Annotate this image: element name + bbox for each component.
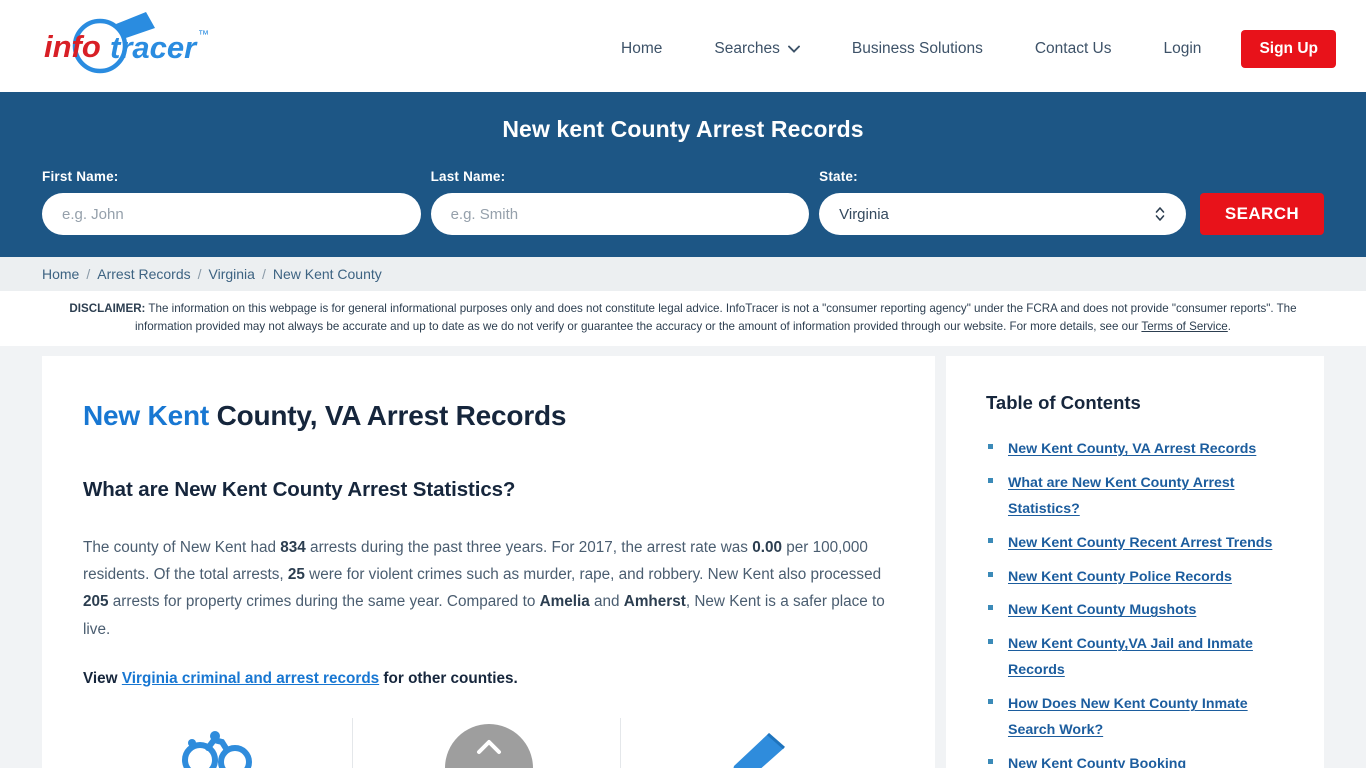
compared-county-amelia: Amelia [539, 593, 590, 611]
paragraph-segment: and [589, 593, 624, 611]
terms-of-service-link[interactable]: Terms of Service [1141, 320, 1227, 333]
nav-label: Searches [714, 40, 780, 57]
last-name-label: Last Name: [430, 169, 506, 184]
disclaimer-notice: DISCLAIMER: The information on this webp… [0, 291, 1366, 346]
nav-item-business-solutions[interactable]: Business Solutions [826, 32, 1009, 66]
nav-label: Login [1163, 40, 1202, 57]
view-other-counties-line: View Virginia criminal and arrest record… [83, 670, 889, 688]
icon-cell-handcuffs[interactable] [83, 718, 352, 768]
breadcrumb-item-virginia[interactable]: Virginia [209, 266, 255, 282]
stat-total-arrests: 834 [280, 538, 306, 556]
last-name-field-group: Last Name: [430, 169, 810, 235]
page-title-highlight: New Kent [83, 399, 209, 431]
toc-title: Table of Contents [986, 391, 1141, 413]
site-logo[interactable]: info tracer ™ [38, 8, 218, 80]
stat-violent-crimes: 25 [287, 566, 305, 584]
nav-item-home[interactable]: Home [595, 32, 688, 66]
breadcrumb-item-arrest-records[interactable]: Arrest Records [97, 266, 190, 282]
disclaimer-text: The information on this webpage is for g… [134, 302, 1297, 333]
paragraph-segment: The county of New Kent had [83, 538, 281, 556]
disclaimer-label: DISCLAIMER: [69, 302, 146, 315]
icon-cell-pencil[interactable] [620, 717, 889, 768]
state-label: State: [819, 169, 858, 184]
magnifying-glass-icon: info tracer ™ [44, 12, 209, 74]
page-banner-title: New kent County Arrest Records [502, 116, 864, 142]
toc-link-recent-arrest-trends[interactable]: New Kent County Recent Arrest Trends [1008, 535, 1272, 551]
view-prefix: View [83, 669, 122, 687]
view-suffix: for other counties. [379, 669, 518, 687]
first-name-field-group: First Name: [42, 169, 421, 235]
arrest-records-search-form: First Name: Last Name: State: Virginia S… [0, 169, 1366, 235]
chevron-down-icon [787, 45, 800, 53]
toc-item: New Kent County Booking [986, 751, 1294, 768]
table-of-contents-card: Table of Contents New Kent County, VA Ar… [946, 355, 1324, 768]
toc-link-arrest-statistics[interactable]: What are New Kent County Arrest Statisti… [1008, 475, 1235, 517]
breadcrumb-separator: / [197, 266, 202, 282]
nav-item-contact-us[interactable]: Contact Us [1009, 32, 1138, 66]
toc-item: New Kent County Police Records [986, 564, 1294, 590]
toc-item: What are New Kent County Arrest Statisti… [986, 470, 1294, 522]
page-title-rest: County, VA Arrest Records [208, 399, 567, 431]
compared-county-amherst: Amherst [623, 593, 686, 611]
last-name-input[interactable] [430, 193, 810, 235]
paragraph-segment: arrests during the past three years. For… [305, 538, 753, 556]
section-heading-arrest-statistics: What are New Kent County Arrest Statisti… [83, 477, 516, 501]
toc-item: New Kent County Mugshots [986, 597, 1294, 623]
breadcrumb-item-home[interactable]: Home [42, 266, 79, 282]
paragraph-segment: arrests for property crimes during the s… [108, 593, 540, 611]
breadcrumb-separator: / [86, 266, 91, 282]
breadcrumb-separator: / [261, 266, 266, 282]
logo-tm-mark: ™ [198, 29, 209, 41]
toc-link-police-records[interactable]: New Kent County Police Records [1008, 569, 1232, 585]
logo-text-info: info [44, 29, 101, 64]
nav-item-login[interactable]: Login [1138, 32, 1228, 66]
state-select[interactable]: Virginia [819, 193, 1186, 235]
toc-link-inmate-search-work[interactable]: How Does New Kent County Inmate Search W… [1008, 696, 1248, 738]
nav-label: Contact Us [1034, 40, 1112, 57]
toc-item: New Kent County, VA Arrest Records [986, 436, 1294, 462]
nav-item-searches[interactable]: Searches [688, 32, 825, 66]
state-select-wrapper: Virginia [819, 193, 1186, 235]
arrest-statistics-paragraph: The county of New Kent had 834 arrests d… [83, 534, 889, 643]
first-name-label: First Name: [42, 169, 119, 184]
search-button[interactable]: SEARCH [1199, 193, 1324, 235]
toc-list: New Kent County, VA Arrest Records What … [986, 436, 1294, 768]
breadcrumb: Home / Arrest Records / Virginia / New K… [0, 257, 1366, 291]
first-name-input[interactable] [42, 193, 421, 235]
state-field-group: State: Virginia [819, 169, 1186, 235]
search-band: New kent County Arrest Records First Nam… [0, 92, 1366, 257]
main-navigation: Home Searches Business Solutions Contact… [595, 30, 1336, 68]
site-header: info tracer ™ Home Searches Business Sol… [0, 0, 1366, 92]
nav-label: Home [621, 40, 663, 57]
page-title: New Kent County, VA Arrest Records [83, 400, 889, 432]
toc-link-booking[interactable]: New Kent County Booking [1008, 756, 1186, 768]
nav-label: Business Solutions [851, 40, 983, 57]
handcuffs-icon [182, 730, 253, 768]
pencil-icon [733, 732, 785, 768]
virginia-records-link[interactable]: Virginia criminal and arrest records [122, 670, 379, 687]
toc-item: New Kent County Recent Arrest Trends [986, 530, 1294, 556]
page-body: New Kent County, VA Arrest Records What … [0, 346, 1366, 768]
chevron-up-icon [476, 739, 501, 754]
disclaimer-period: . [1227, 319, 1231, 333]
breadcrumb-item-current: New Kent County [272, 266, 382, 282]
toc-link-mugshots[interactable]: New Kent County Mugshots [1008, 602, 1196, 618]
toc-link-arrest-records[interactable]: New Kent County, VA Arrest Records [1008, 441, 1256, 457]
logo-text-tracer: tracer [110, 30, 198, 65]
stat-arrest-rate: 0.00 [752, 538, 782, 556]
toc-item: New Kent County,VA Jail and Inmate Recor… [986, 631, 1294, 683]
toc-link-jail-inmate-records[interactable]: New Kent County,VA Jail and Inmate Recor… [1008, 636, 1253, 678]
paragraph-segment: were for violent crimes such as murder, … [304, 566, 882, 584]
toc-item: How Does New Kent County Inmate Search W… [986, 691, 1294, 743]
main-content-card: New Kent County, VA Arrest Records What … [42, 355, 935, 768]
sign-up-button[interactable]: Sign Up [1241, 30, 1336, 68]
stat-property-crimes: 205 [83, 593, 109, 611]
